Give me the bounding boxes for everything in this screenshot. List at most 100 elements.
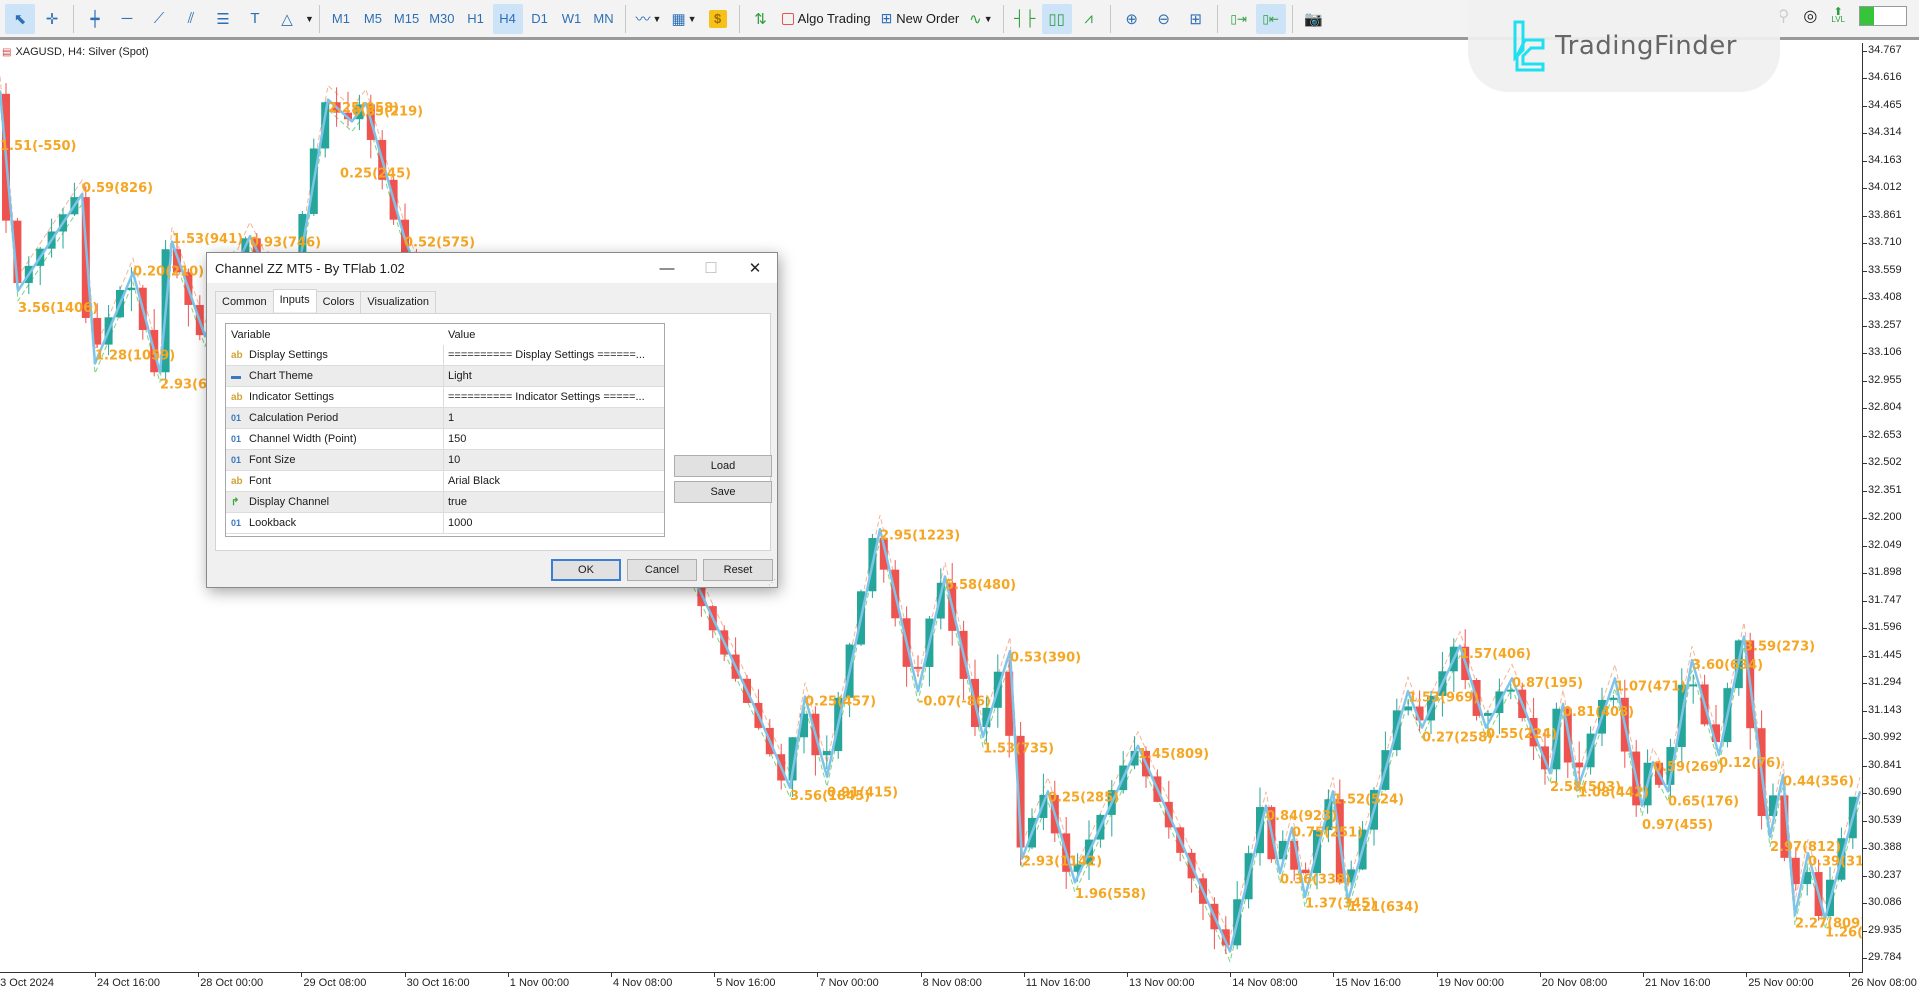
- parameter-row[interactable]: ab Font Arial Black: [226, 471, 664, 492]
- bullish-candle: [127, 287, 136, 291]
- zigzag-label: 0.81(408): [1563, 705, 1634, 720]
- indicators-button[interactable]: 〰 ▼: [632, 4, 666, 34]
- tool-text-button[interactable]: T: [240, 4, 270, 34]
- parameter-value[interactable]: ========== Indicator Settings =====...: [444, 391, 664, 403]
- price-tick-label: 30.841: [1862, 759, 1902, 771]
- tool-channel-button[interactable]: ⫽: [176, 4, 206, 34]
- zoom-out-button[interactable]: ⊖: [1149, 4, 1179, 34]
- timeframe-mn-button[interactable]: MN: [589, 4, 619, 34]
- timeframe-m30-button[interactable]: M30: [425, 4, 458, 34]
- timeframe-d1-button[interactable]: D1: [525, 4, 555, 34]
- price-axis[interactable]: 34.767 34.616 34.465 34.314 34.163 34.012 33.8…: [1862, 43, 1919, 973]
- bullish-candle: [1484, 713, 1492, 716]
- zigzag-label: 0.84(923): [1266, 809, 1337, 824]
- parameter-name: Chart Theme: [249, 370, 313, 382]
- time-tick-label: 8 Nov 08:00: [920, 972, 982, 989]
- tab-colors[interactable]: Colors: [315, 291, 362, 314]
- zigzag-label: 2.95(1223): [880, 529, 960, 544]
- dialog-titlebar[interactable]: Channel ZZ MT5 - By TFlab 1.02 — ☐ ✕: [207, 253, 777, 283]
- zigzag-label: 0.44(356): [1783, 774, 1854, 789]
- line-chart-icon: ⩘: [1084, 10, 1093, 27]
- timeframe-w1-button[interactable]: W1: [557, 4, 587, 34]
- parameter-value[interactable]: 1: [444, 412, 664, 424]
- price-tick-label: 31.898: [1862, 566, 1902, 578]
- timeframe-m15-button[interactable]: M15: [390, 4, 423, 34]
- timeframe-m1-button[interactable]: M1: [326, 4, 356, 34]
- templates-button[interactable]: ▦ ▼: [667, 4, 700, 34]
- ok-button[interactable]: OK: [551, 559, 621, 581]
- parameter-value[interactable]: 10: [444, 454, 664, 466]
- tool-trendline-button[interactable]: ⟋: [144, 4, 174, 34]
- toolbar-separator: [1216, 4, 1218, 33]
- tab-common[interactable]: Common: [215, 291, 274, 314]
- parameter-value[interactable]: Arial Black: [444, 475, 664, 487]
- market-button[interactable]: $: [703, 4, 733, 34]
- column-header-value: Value: [448, 328, 476, 341]
- parameters-table: Variable Value ab Display Settings =======…: [225, 323, 665, 537]
- minimize-button[interactable]: —: [645, 260, 689, 277]
- tool-cursor-button[interactable]: ⬉: [5, 3, 35, 34]
- price-tick-label: 32.804: [1862, 401, 1902, 413]
- string-type-icon: ab: [231, 391, 243, 403]
- parameter-row[interactable]: ab Display Settings ========== Display Set…: [226, 345, 664, 366]
- close-button[interactable]: ✕: [733, 259, 777, 277]
- timeframe-m5-button[interactable]: M5: [358, 4, 388, 34]
- parameter-row[interactable]: ab Indicator Settings ========== Indicator…: [226, 387, 664, 408]
- channel-icon: ⫽: [187, 10, 195, 27]
- price-tick-label: 30.237: [1862, 869, 1902, 881]
- shapes-dropdown-caret[interactable]: ▼: [305, 14, 314, 24]
- bar-chart-button[interactable]: ┤├: [1010, 4, 1040, 34]
- parameter-value[interactable]: ========== Display Settings ======...: [444, 349, 664, 361]
- load-button[interactable]: Load: [674, 455, 772, 477]
- line-chart-button[interactable]: ⩘: [1074, 4, 1104, 34]
- parameter-row[interactable]: 01 Calculation Period 1: [226, 408, 664, 429]
- one-click-trading-button[interactable]: ⇅: [746, 4, 776, 34]
- algo-trading-button[interactable]: Algo Trading: [778, 4, 875, 34]
- tool-vertical-line-button[interactable]: ┿: [80, 4, 110, 34]
- account-icon[interactable]: ◎: [1803, 6, 1817, 26]
- integer-type-icon: 01: [231, 434, 242, 444]
- screenshot-button[interactable]: 📷: [1299, 4, 1329, 34]
- resize-grip-icon[interactable]: ⋰: [768, 578, 776, 587]
- time-tick-label: 20 Nov 08:00: [1539, 972, 1608, 989]
- zigzag-label: 2.97(812): [1770, 840, 1841, 855]
- timeframe-h4-button[interactable]: H4: [492, 3, 523, 34]
- parameter-value[interactable]: Light: [444, 370, 664, 382]
- text-icon: T: [250, 10, 260, 27]
- tab-visualization[interactable]: Visualization: [360, 291, 436, 314]
- zigzag-label: 3.60(634): [1692, 658, 1763, 673]
- parameter-row[interactable]: ↱ Display Channel true: [226, 492, 664, 513]
- zoom-out-icon: ⊖: [1157, 10, 1170, 28]
- parameter-value[interactable]: true: [444, 496, 664, 508]
- tool-shapes-button[interactable]: △: [272, 4, 302, 34]
- zoom-in-button[interactable]: ⊕: [1117, 4, 1147, 34]
- parameter-value[interactable]: 1000: [444, 517, 664, 529]
- crosshair-icon: ✛: [45, 10, 59, 28]
- signals-button[interactable]: ∿ ▼: [965, 4, 997, 34]
- new-order-button[interactable]: ⊞ New Order: [877, 4, 964, 34]
- time-axis[interactable]: 23 Oct 2024 24 Oct 16:00 28 Oct 00:00 29 Oc…: [0, 972, 1917, 996]
- parameter-row[interactable]: 01 Font Size 10: [226, 450, 664, 471]
- time-tick-label: 26 Nov 08:00: [1849, 972, 1917, 989]
- parameter-row[interactable]: ▬ Chart Theme Light: [226, 366, 664, 387]
- cancel-button[interactable]: Cancel: [627, 559, 697, 581]
- parameter-name: Font Size: [249, 454, 296, 466]
- tool-horizontal-line-button[interactable]: ─: [112, 4, 142, 34]
- candlestick-chart-button[interactable]: ▯▯: [1041, 3, 1072, 34]
- parameter-rows: ab Display Settings ========== Display Set…: [226, 345, 664, 534]
- parameter-row[interactable]: 01 Channel Width (Point) 150: [226, 429, 664, 450]
- chart-title: ▤ XAGUSD, H4: Silver (Spot): [2, 46, 149, 58]
- parameter-value[interactable]: 150: [444, 433, 664, 445]
- camera-icon: 📷: [1304, 10, 1323, 28]
- timeframe-h1-button[interactable]: H1: [461, 4, 491, 34]
- tool-crosshair-button[interactable]: ✛: [37, 4, 67, 34]
- tile-windows-button[interactable]: ⊞: [1181, 4, 1211, 34]
- parameter-row[interactable]: 01 Lookback 1000: [226, 513, 664, 534]
- chart-shift-button[interactable]: ▯⇤: [1255, 3, 1286, 34]
- autoscroll-button[interactable]: ▯⇥: [1224, 4, 1254, 34]
- tool-fibonacci-button[interactable]: ☰: [208, 4, 238, 34]
- tab-inputs[interactable]: Inputs: [272, 289, 317, 312]
- reset-button[interactable]: Reset: [703, 559, 773, 581]
- save-button[interactable]: Save: [674, 481, 772, 503]
- zigzag-label: -0.07(-86): [918, 694, 991, 709]
